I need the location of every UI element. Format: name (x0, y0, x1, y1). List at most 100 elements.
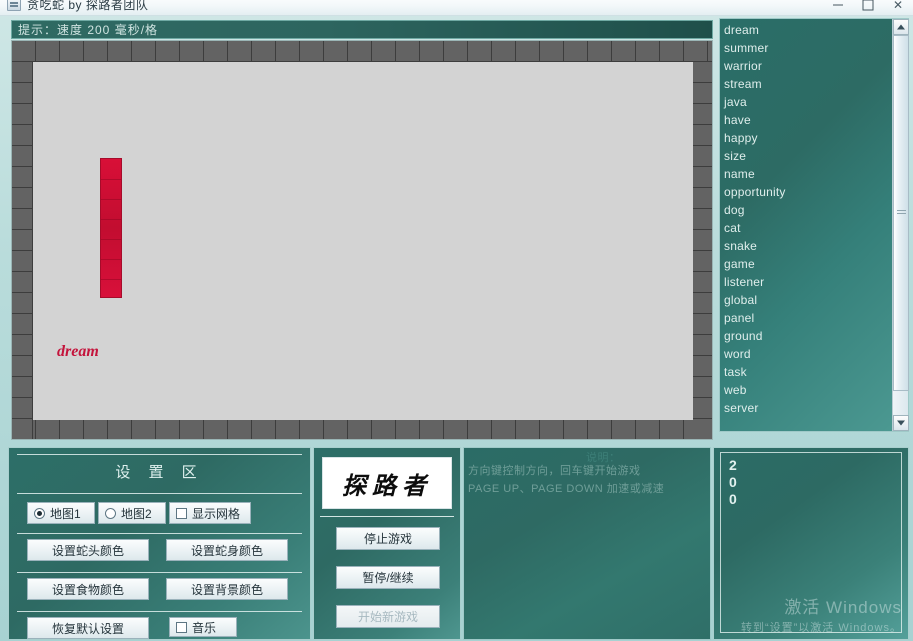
game-board[interactable]: dream (11, 40, 713, 440)
wall-cell (228, 41, 252, 62)
set-snake-head-color-button[interactable]: 设置蛇头颜色 (27, 539, 149, 561)
close-button[interactable]: ✕ (883, 0, 913, 15)
word-list-item[interactable]: ground (720, 327, 892, 345)
wall-cell (348, 420, 372, 439)
radio-icon-selected (34, 507, 45, 519)
scroll-down-button[interactable] (893, 415, 909, 431)
divider (17, 572, 302, 573)
word-list-item[interactable]: name (720, 165, 892, 183)
wall-cell (12, 314, 33, 335)
wall-cell (396, 41, 420, 62)
wall-cell (693, 335, 712, 356)
restore-defaults-button[interactable]: 恢复默认设置 (27, 617, 149, 639)
word-list-item[interactable]: warrior (720, 57, 892, 75)
wall-cell (132, 41, 156, 62)
wall-cell (36, 420, 60, 439)
word-list-item[interactable]: task (720, 363, 892, 381)
score-digit-2: 0 (729, 474, 737, 490)
wall-cell (12, 62, 33, 83)
wall-cell (693, 314, 712, 335)
word-list-item[interactable]: dog (720, 201, 892, 219)
word-list-item[interactable]: web (720, 381, 892, 399)
wall-cell (12, 209, 33, 230)
wall-cell (276, 420, 300, 439)
set-food-color-button[interactable]: 设置食物颜色 (27, 578, 149, 600)
show-grid-label: 显示网格 (192, 506, 241, 521)
start-new-game-button[interactable]: 开始新游戏 (336, 605, 440, 628)
wall-cell (693, 83, 712, 104)
wall-cell (180, 41, 204, 62)
score-digit-1: 2 (729, 457, 737, 473)
watermark-line-2: 转到“设置”以激活 Windows。 (740, 622, 902, 634)
wall-cell (156, 420, 180, 439)
wall-cell (693, 188, 712, 209)
wall-cell (60, 41, 84, 62)
word-list-item[interactable]: have (720, 111, 892, 129)
stop-game-button[interactable]: 停止游戏 (336, 527, 440, 550)
word-list-item[interactable]: game (720, 255, 892, 273)
set-background-color-button[interactable]: 设置背景颜色 (166, 578, 288, 600)
word-list-item[interactable]: summer (720, 39, 892, 57)
settings-panel: 设 置 区 地图1 地图2 显示网格 设置蛇头颜色 设置蛇身颜色 设置食物颜色 … (8, 447, 311, 640)
word-list-item[interactable]: happy (720, 129, 892, 147)
map2-radio[interactable]: 地图2 (98, 502, 166, 524)
map1-radio[interactable]: 地图1 (27, 502, 95, 524)
scrollbar-thumb[interactable] (893, 35, 909, 391)
music-checkbox[interactable]: 音乐 (169, 617, 237, 637)
wall-cell (693, 419, 712, 439)
maximize-button[interactable] (853, 0, 883, 15)
divider (17, 454, 302, 455)
divider (17, 611, 302, 612)
instructions-heading: 说明： (586, 452, 621, 464)
hint-bar: 提示：速度 200 毫秒/格 (11, 20, 713, 39)
show-grid-checkbox[interactable]: 显示网格 (169, 502, 251, 524)
divider (17, 533, 302, 534)
word-list-item[interactable]: listener (720, 273, 892, 291)
scroll-up-button[interactable] (893, 19, 909, 35)
word-list-item[interactable]: server (720, 399, 892, 417)
wall-cell (468, 41, 492, 62)
word-list-item[interactable]: word (720, 345, 892, 363)
score-digit-3: 0 (729, 491, 737, 507)
word-list-item[interactable]: cat (720, 219, 892, 237)
word-list-scrollbar[interactable] (892, 19, 909, 431)
wall-cell (132, 420, 156, 439)
wall-cell (372, 41, 396, 62)
watermark-line-1: 激活 Windows (784, 598, 902, 617)
pause-resume-button[interactable]: 暂停/继续 (336, 566, 440, 589)
minimize-button[interactable] (823, 0, 853, 15)
wall-cell (228, 420, 252, 439)
word-list[interactable]: dream summer warrior stream java have happy siz… (720, 19, 892, 431)
grip-icon (897, 210, 906, 216)
word-list-item[interactable]: stream (720, 75, 892, 93)
wall-cell (60, 420, 84, 439)
radio-icon (105, 507, 116, 519)
wall-cell (516, 41, 540, 62)
word-list-item[interactable]: snake (720, 237, 892, 255)
word-list-item[interactable]: java (720, 93, 892, 111)
close-icon: ✕ (892, 0, 904, 12)
wall-cell (564, 41, 588, 62)
wall-cell (252, 41, 276, 62)
wall-cell (12, 104, 33, 125)
wall-cell (444, 41, 468, 62)
word-list-item[interactable]: panel (720, 309, 892, 327)
word-list-item[interactable]: opportunity (720, 183, 892, 201)
word-list-item[interactable]: global (720, 291, 892, 309)
wall-cell (84, 420, 108, 439)
word-list-item[interactable]: dream (720, 21, 892, 39)
wall-cell (564, 420, 588, 439)
set-snake-body-color-button[interactable]: 设置蛇身颜色 (166, 539, 288, 561)
game-logo: 探路者 (322, 457, 452, 509)
word-list-item[interactable]: size (720, 147, 892, 165)
wall-cell (12, 293, 33, 314)
wall-cell (516, 420, 540, 439)
wall-cell (12, 167, 33, 188)
wall-cell (348, 41, 372, 62)
instructions-line-2: PAGE UP、PAGE DOWN 加速或减速 (468, 483, 665, 495)
wall-cell (693, 230, 712, 251)
wall-cell (36, 41, 60, 62)
checkbox-icon (176, 507, 187, 519)
score-value: 2 0 0 (729, 457, 737, 508)
wall-cell (444, 420, 468, 439)
